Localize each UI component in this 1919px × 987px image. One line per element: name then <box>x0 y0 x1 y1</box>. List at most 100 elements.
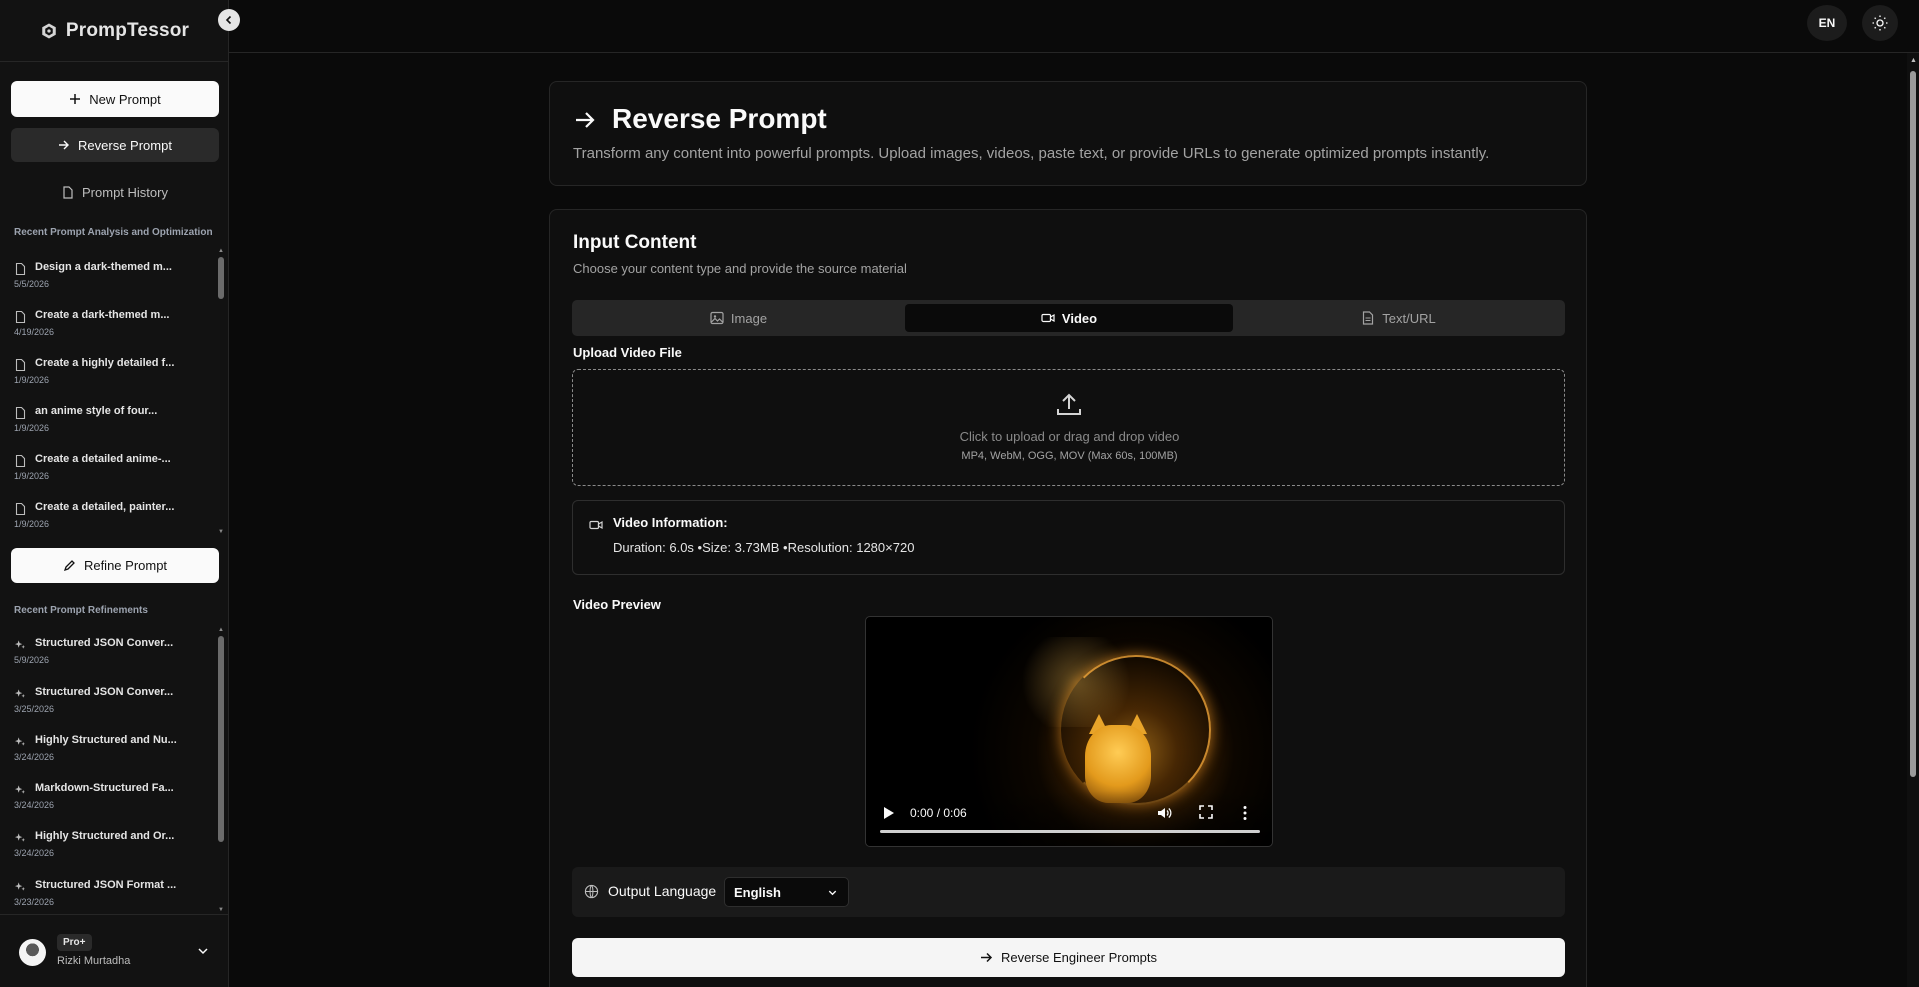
dropzone-text: Click to upload or drag and drop video <box>959 429 1180 444</box>
scrollbar-thumb[interactable] <box>1910 71 1916 777</box>
list-item-date: 1/9/2026 <box>14 375 50 385</box>
brand[interactable]: PrompTessor <box>0 0 229 62</box>
list-item-date: 5/9/2026 <box>14 655 50 665</box>
scroll-up-icon[interactable]: ▲ <box>218 248 224 254</box>
video-icon <box>589 520 603 530</box>
chevron-left-icon <box>225 15 232 25</box>
list-item-date: 1/9/2026 <box>14 471 50 481</box>
video-preview[interactable]: 0:00 / 0:06 <box>865 616 1273 847</box>
refine-prompt-button[interactable]: Refine Prompt <box>11 548 219 583</box>
avatar <box>19 939 46 966</box>
pencil-icon <box>63 560 75 572</box>
arrow-right-icon <box>576 112 595 128</box>
refinements-scrollbar[interactable]: ▲ ▼ <box>218 627 224 914</box>
list-item[interactable]: Highly Structured and Nu... 3/24/2026 <box>14 733 204 773</box>
sun-icon <box>1872 15 1888 31</box>
tab-label: Text/URL <box>1382 310 1436 326</box>
scroll-down-icon[interactable]: ▼ <box>218 907 224 913</box>
list-item-title: Design a dark-themed m... <box>35 261 172 273</box>
list-item-date: 3/24/2026 <box>14 752 55 762</box>
analysis-scrollbar[interactable]: ▲ ▼ <box>218 248 224 536</box>
file-text-icon <box>1363 311 1374 325</box>
list-item[interactable]: Design a dark-themed m... 5/5/2026 <box>14 260 204 300</box>
scroll-down-icon[interactable]: ▼ <box>218 529 224 535</box>
theme-toggle-button[interactable] <box>1862 5 1898 41</box>
chevron-down-icon[interactable] <box>197 945 209 957</box>
sparkles-icon <box>15 640 26 649</box>
analysis-section-heading: Recent Prompt Analysis and Optimization <box>14 227 213 238</box>
scrollbar-thumb[interactable] <box>218 636 224 842</box>
plus-icon <box>70 94 81 104</box>
list-item-date: 3/24/2026 <box>14 800 55 810</box>
fullscreen-icon[interactable] <box>1199 805 1213 819</box>
list-item[interactable]: Markdown-Structured Fa... 3/24/2026 <box>14 781 204 821</box>
globe-icon <box>584 884 599 899</box>
tab-image[interactable]: Image <box>576 304 901 332</box>
list-item[interactable]: Create a dark-themed m... 4/19/2026 <box>14 308 204 348</box>
new-prompt-button[interactable]: New Prompt <box>11 81 219 117</box>
output-language-select[interactable]: English <box>724 877 849 907</box>
list-item-date: 4/19/2026 <box>14 327 55 337</box>
input-content-card: Input Content Choose your content type a… <box>549 209 1587 987</box>
list-item-title: Structured JSON Conver... <box>35 686 174 698</box>
arrow-right-icon <box>980 952 993 963</box>
volume-icon[interactable] <box>1156 805 1172 821</box>
video-dropzone[interactable]: Click to upload or drag and drop video M… <box>572 369 1565 486</box>
reverse-engineer-label: Reverse Engineer Prompts <box>1000 950 1158 965</box>
scroll-up-icon[interactable]: ▲ <box>1910 57 1917 64</box>
file-icon <box>15 359 26 371</box>
reverse-prompt-label: Reverse Prompt <box>78 137 172 153</box>
plan-badge: Pro+ <box>57 934 92 951</box>
section-subtitle: Choose your content type and provide the… <box>573 261 907 276</box>
user-menu[interactable]: Pro+ Rizki Murtadha <box>0 914 229 987</box>
arrow-right-icon <box>59 140 70 150</box>
output-language-value: English <box>734 884 781 900</box>
new-prompt-label: New Prompt <box>89 91 161 107</box>
file-icon <box>15 407 26 419</box>
video-icon <box>1041 313 1055 323</box>
more-vertical-icon[interactable] <box>1242 805 1248 821</box>
scrollbar-thumb[interactable] <box>218 257 224 299</box>
list-item[interactable]: Structured JSON Format ... 3/23/2026 <box>14 878 204 913</box>
list-item-date: 3/23/2026 <box>14 897 55 907</box>
scroll-up-icon[interactable]: ▲ <box>218 627 224 633</box>
list-item[interactable]: Create a detailed, painter... 1/9/2026 <box>14 500 204 535</box>
video-info-detail: Duration: 6.0s •Size: 3.73MB •Resolution… <box>613 540 915 555</box>
tab-video[interactable]: Video <box>905 304 1233 332</box>
prompt-history-button[interactable]: Prompt History <box>11 176 219 208</box>
tab-text-url[interactable]: Text/URL <box>1236 304 1561 332</box>
video-progress-bar[interactable] <box>880 830 1260 833</box>
list-item-date: 3/25/2026 <box>14 704 55 714</box>
preview-label: Video Preview <box>573 597 661 612</box>
sparkles-icon <box>15 833 26 842</box>
list-item[interactable]: Structured JSON Conver... 5/9/2026 <box>14 636 204 676</box>
list-item[interactable]: Highly Structured and Or... 3/24/2026 <box>14 829 204 869</box>
main-scrollbar[interactable]: ▲ <box>1907 53 1919 987</box>
file-icon <box>63 185 73 199</box>
play-icon[interactable] <box>883 806 895 820</box>
upload-label: Upload Video File <box>573 345 682 360</box>
refinements-section-heading: Recent Prompt Refinements <box>14 605 148 616</box>
list-item[interactable]: Structured JSON Conver... 3/25/2026 <box>14 685 204 725</box>
reverse-engineer-button[interactable]: Reverse Engineer Prompts <box>572 938 1565 977</box>
sparkles-icon <box>15 785 26 794</box>
language-toggle-button[interactable]: EN <box>1807 5 1847 41</box>
user-name: Rizki Murtadha <box>57 955 131 967</box>
tab-label: Video <box>1061 310 1098 326</box>
analysis-list: Design a dark-themed m... 5/5/2026 Creat… <box>0 250 224 535</box>
sparkles-icon <box>15 882 26 891</box>
prompt-history-label: Prompt History <box>82 184 168 200</box>
list-item[interactable]: Create a highly detailed f... 1/9/2026 <box>14 356 204 396</box>
output-language-label: Output Language <box>608 883 717 899</box>
output-language-row: Output Language English <box>572 867 1565 917</box>
list-item[interactable]: an anime style of four... 1/9/2026 <box>14 404 204 444</box>
file-icon <box>15 263 26 275</box>
list-item[interactable]: Create a detailed anime-... 1/9/2026 <box>14 452 204 492</box>
image-icon <box>710 311 724 325</box>
reverse-prompt-button[interactable]: Reverse Prompt <box>11 128 219 162</box>
list-item-title: Highly Structured and Nu... <box>35 734 177 746</box>
video-info-title: Video Information: <box>613 515 728 530</box>
collapse-sidebar-button[interactable] <box>218 9 240 31</box>
list-item-date: 3/24/2026 <box>14 848 55 858</box>
app-root: PrompTessor New Prompt Reverse Prompt Pr… <box>0 0 1919 987</box>
